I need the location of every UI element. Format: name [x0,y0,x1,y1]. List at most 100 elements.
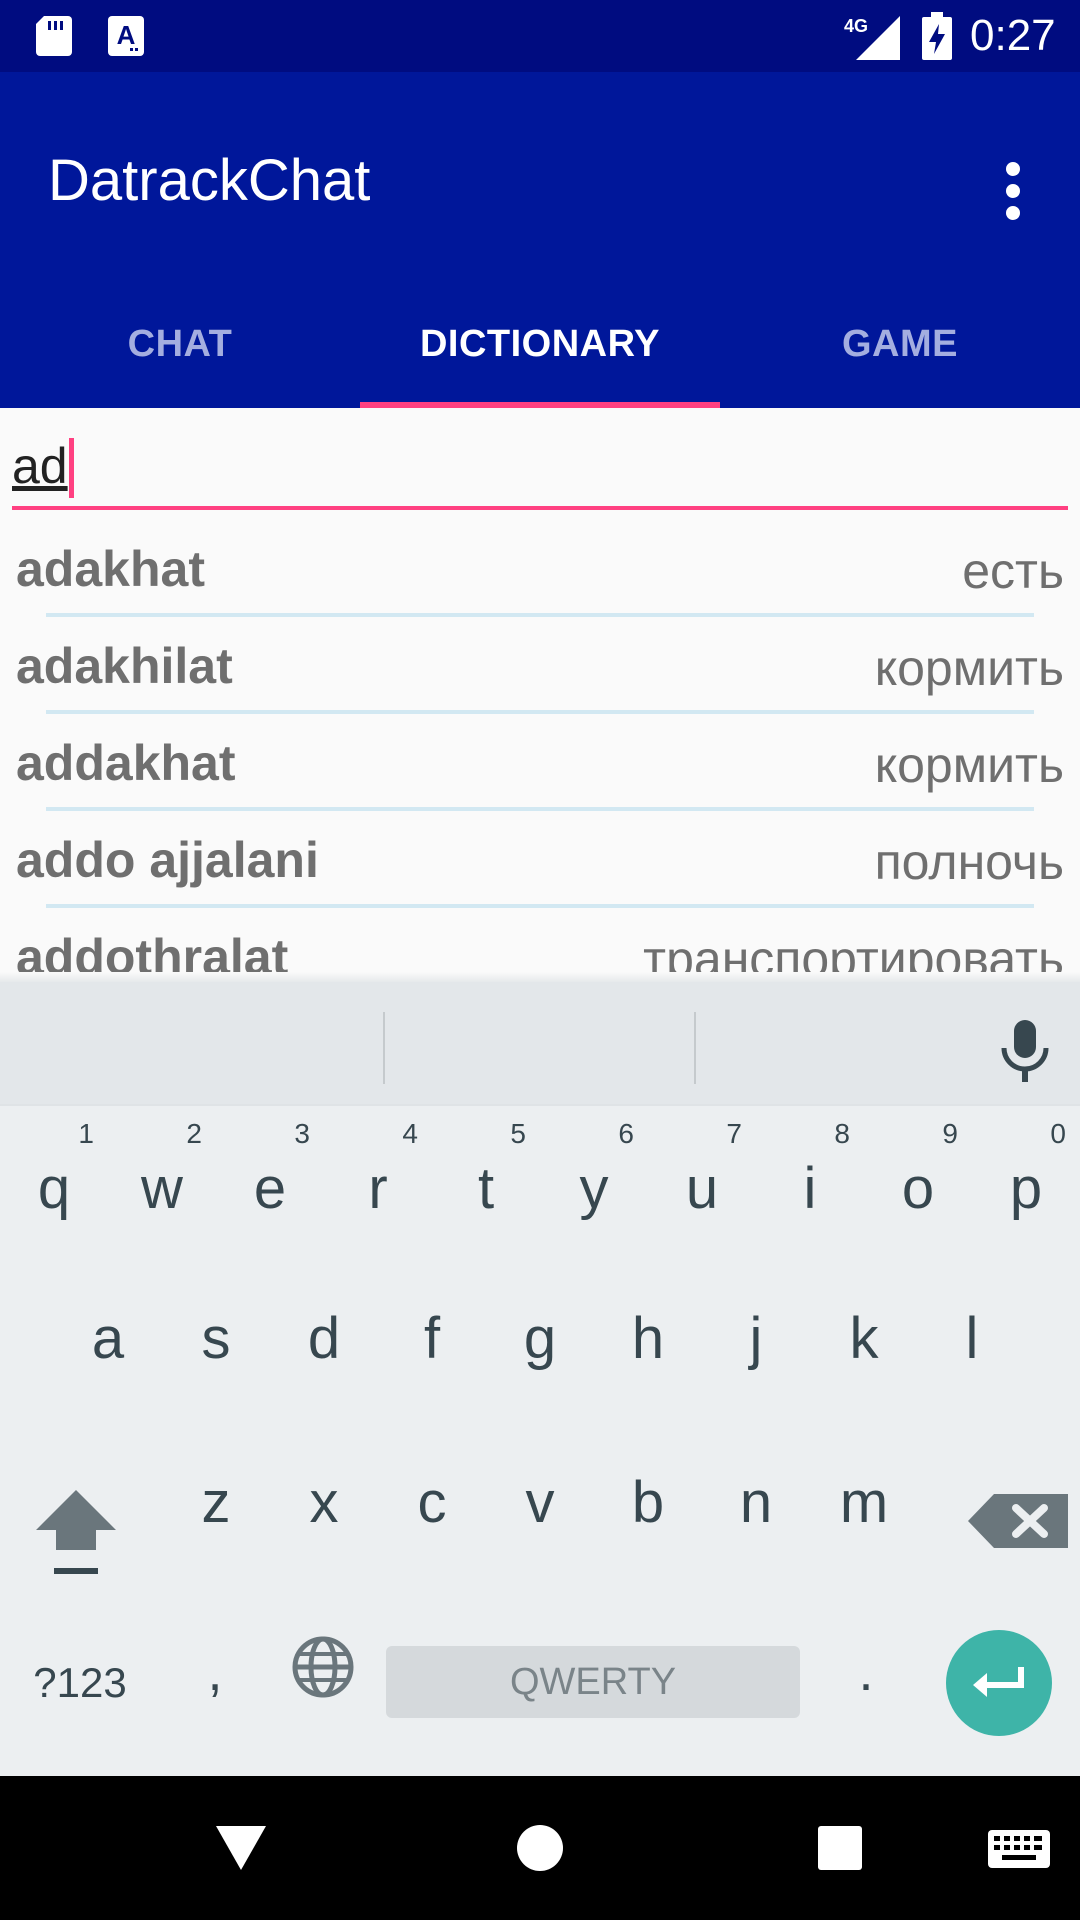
result-word: addakhat [16,735,236,791]
search-field[interactable] [12,428,1068,510]
result-word: adakhat [16,541,205,597]
key-label: r [368,1155,388,1221]
key-label: b [631,1469,665,1535]
key-a[interactable]: a [54,1258,162,1398]
keyboard-switch-icon[interactable] [988,1830,1050,1872]
key-label: e [253,1155,287,1221]
key-label: s [201,1305,231,1371]
key-label: g [523,1305,557,1371]
battery-charging-icon [922,12,952,60]
keyboard-shadow [0,972,1080,982]
key-u[interactable]: 7u [648,1108,756,1248]
key-label: h [631,1305,665,1371]
key-label: f [423,1305,441,1371]
list-item[interactable]: addakhat кормить [0,714,1080,811]
key-label: o [901,1155,935,1221]
home-icon[interactable] [516,1824,564,1872]
space-bar[interactable]: QWERTY [386,1646,800,1718]
key-d[interactable]: d [270,1258,378,1398]
key-v[interactable]: v [486,1422,594,1562]
key-hint: 9 [942,1118,958,1149]
key-x[interactable]: x [270,1422,378,1562]
key-label: k [849,1305,879,1371]
key-s[interactable]: s [162,1258,270,1398]
key-i[interactable]: 8i [756,1108,864,1248]
key-t[interactable]: 5t [432,1108,540,1248]
key-j[interactable]: j [702,1258,810,1398]
key-label: y [579,1155,609,1221]
key-r[interactable]: 4r [324,1108,432,1248]
result-translation: кормить [874,640,1064,696]
result-translation: кормить [874,737,1064,793]
key-label: q [37,1155,71,1221]
key-label: w [141,1155,183,1221]
key-label: a [91,1305,125,1371]
a-notification-icon: A [108,16,144,56]
key-label: c [417,1469,447,1535]
key-c[interactable]: c [378,1422,486,1562]
key-y[interactable]: 6y [540,1108,648,1248]
list-item[interactable]: adakhilat кормить [0,617,1080,714]
tab-bar: CHAT DICTIONARY GAME [0,280,1080,408]
key-n[interactable]: n [702,1422,810,1562]
svg-text:A: A [117,20,136,50]
search-input[interactable] [12,428,1068,504]
key-label: x [309,1469,339,1535]
key-l[interactable]: l [918,1258,1026,1398]
key-label: d [307,1305,341,1371]
text-caret [69,438,74,498]
period-key[interactable]: . [836,1632,896,1712]
symbols-key[interactable]: ?123 [20,1648,140,1718]
key-label: u [685,1155,719,1221]
key-label: v [525,1469,555,1535]
svg-text:4G: 4G [844,16,868,36]
suggestion-strip [0,982,1080,1106]
key-label: n [739,1469,773,1535]
key-p[interactable]: 0p [972,1108,1080,1248]
recents-icon[interactable] [818,1826,862,1870]
key-h[interactable]: h [594,1258,702,1398]
key-label: l [965,1305,979,1371]
key-label: i [803,1155,817,1221]
key-hint: 1 [78,1118,94,1149]
key-label: j [749,1305,763,1371]
navigation-bar [0,1776,1080,1920]
app-title: DatrackChat [48,148,371,213]
result-word: adakhilat [16,638,233,694]
comma-key[interactable]: , [180,1632,250,1712]
key-f[interactable]: f [378,1258,486,1398]
suggestion-divider [383,1012,385,1084]
key-hint: 0 [1050,1118,1066,1149]
key-z[interactable]: z [162,1422,270,1562]
tab-dictionary[interactable]: DICTIONARY [360,280,720,408]
back-icon[interactable] [214,1824,268,1872]
globe-icon[interactable] [288,1632,358,1702]
mic-icon[interactable] [994,1016,1056,1086]
key-label: m [839,1469,889,1535]
list-item[interactable]: addo ajjalani полночь [0,811,1080,908]
status-bar: A 4G 0:27 [0,0,1080,72]
more-vert-icon[interactable] [990,152,1036,248]
tab-chat[interactable]: CHAT [0,280,360,408]
tab-game[interactable]: GAME [720,280,1080,408]
key-m[interactable]: m [810,1422,918,1562]
shift-icon[interactable] [28,1482,124,1582]
key-k[interactable]: k [810,1258,918,1398]
backspace-icon[interactable] [964,1486,1074,1566]
soft-keyboard: 1q2w3e4r5t6y7u8i9o0p asdfghjkl zxcvbnm ?… [0,982,1080,1776]
key-e[interactable]: 3e [216,1108,324,1248]
key-label: z [201,1469,231,1535]
list-item[interactable]: addothralat транспортировать [0,908,1080,982]
clock: 0:27 [970,11,1056,60]
key-o[interactable]: 9o [864,1108,972,1248]
key-q[interactable]: 1q [0,1108,108,1248]
list-item[interactable]: adakhat есть [0,520,1080,617]
enter-key[interactable] [946,1630,1052,1736]
key-label: t [477,1155,495,1221]
key-g[interactable]: g [486,1258,594,1398]
app-bar: DatrackChat CHAT DICTIONARY GAME [0,72,1080,408]
key-w[interactable]: 2w [108,1108,216,1248]
key-b[interactable]: b [594,1422,702,1562]
key-hint: 8 [834,1118,850,1149]
results-list[interactable]: adakhat есть adakhilat кормить addakhat … [0,520,1080,982]
